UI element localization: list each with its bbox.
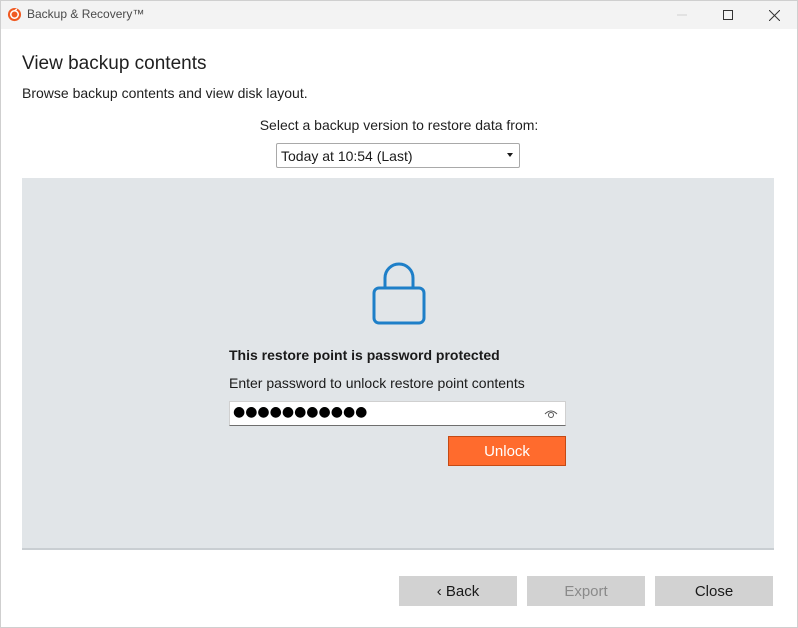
page-title: View backup contents (22, 53, 207, 74)
close-button[interactable]: Close (655, 576, 773, 606)
page-subtitle: Browse backup contents and view disk lay… (22, 85, 308, 101)
protected-description: Enter password to unlock restore point c… (229, 375, 525, 391)
unlock-button[interactable]: Unlock (448, 436, 566, 466)
export-button[interactable]: Export (527, 576, 645, 606)
window-title: Backup & Recovery™ (27, 7, 145, 21)
back-button[interactable]: ‹ Back (399, 576, 517, 606)
backup-version-dropdown[interactable]: Today at 10:54 (Last) (276, 143, 520, 168)
backup-version-value: Today at 10:54 (Last) (281, 148, 413, 164)
minimize-button[interactable] (659, 1, 705, 29)
protected-title: This restore point is password protected (229, 347, 500, 363)
minimize-icon (677, 14, 687, 16)
close-icon (768, 9, 780, 21)
password-protected-panel: This restore point is password protected… (22, 178, 774, 550)
title-bar[interactable]: Backup & Recovery™ (1, 1, 797, 29)
close-window-button[interactable] (751, 1, 797, 29)
maximize-icon (723, 10, 733, 20)
version-select-label: Select a backup version to restore data … (259, 117, 539, 133)
backup-recovery-logo-icon (7, 7, 22, 22)
password-input[interactable]: ●●●●●●●●●●● (229, 401, 566, 426)
eye-icon[interactable] (544, 409, 558, 419)
password-masked-value: ●●●●●●●●●●● (233, 404, 368, 420)
lock-icon (372, 262, 426, 325)
backup-recovery-window: Backup & Recovery™ View backup contents … (0, 0, 798, 628)
maximize-button[interactable] (705, 1, 751, 29)
chevron-down-icon (507, 153, 513, 157)
